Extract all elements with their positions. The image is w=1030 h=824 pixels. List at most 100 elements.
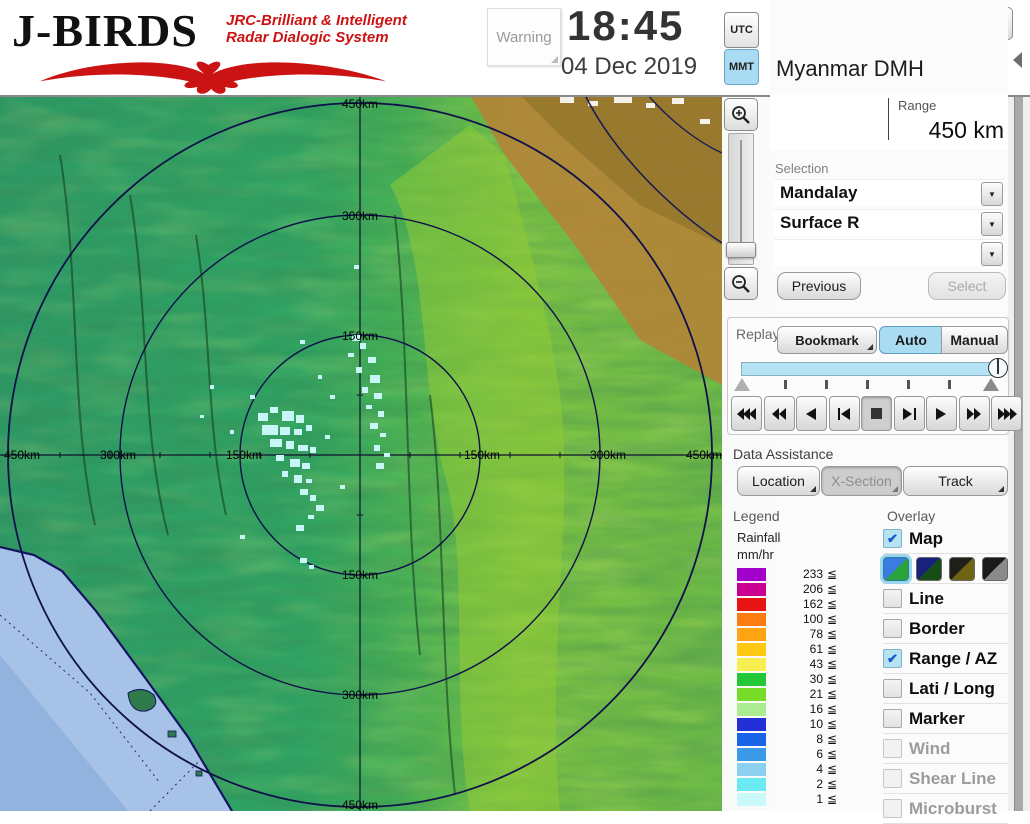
legend-operator: ≦	[827, 792, 838, 806]
overlay-item-range-az[interactable]: ✔ Range / AZ	[883, 644, 1008, 674]
step-back-button[interactable]	[828, 396, 860, 431]
x-section-button[interactable]: X-Section	[821, 466, 902, 496]
logo-title: J-BIRDS	[12, 5, 198, 56]
replay-timeline-slider[interactable]	[741, 358, 1008, 378]
mmt-button[interactable]: MMT	[724, 49, 759, 85]
fast-forward-triple-button[interactable]	[991, 396, 1022, 431]
timeline-start-marker-icon[interactable]	[734, 378, 750, 391]
legend-row: 4 ≦	[737, 762, 855, 777]
previous-button[interactable]: Previous	[777, 272, 861, 300]
legend-title-line2: mm/hr	[737, 547, 774, 562]
zoom-slider[interactable]	[726, 133, 756, 265]
warning-label: Warning	[496, 28, 552, 46]
legend-swatch	[737, 673, 766, 686]
select-button[interactable]: Select	[928, 272, 1006, 300]
utc-button[interactable]: UTC	[724, 12, 759, 48]
chevron-down-icon[interactable]: ▼	[981, 242, 1003, 266]
checkbox-icon[interactable]	[883, 709, 902, 728]
checkbox-disabled-icon	[883, 739, 902, 758]
overlay-item-map[interactable]: ✔ Map	[883, 524, 1008, 554]
legend-value: 8	[816, 732, 823, 746]
legend-operator: ≦	[827, 702, 838, 716]
resize-grip-icon[interactable]	[551, 56, 558, 63]
legend-row: 100 ≦	[737, 612, 855, 627]
timeline-tick	[907, 380, 910, 389]
overlay-item-border[interactable]: Border	[883, 614, 1008, 644]
legend-row: 21 ≦	[737, 687, 855, 702]
replay-slider-handle[interactable]	[988, 358, 1008, 378]
checkbox-checked-icon[interactable]: ✔	[883, 649, 902, 668]
panel-collapse-arrow-icon[interactable]	[1013, 52, 1022, 68]
range-value: 450 km	[928, 117, 1004, 143]
map-style-color-button[interactable]	[880, 553, 912, 584]
legend-value: 100	[802, 612, 823, 626]
legend-swatch	[737, 748, 766, 761]
legend-swatch	[737, 718, 766, 731]
forward-double-icon	[966, 407, 981, 420]
product-dropdown[interactable]: Surface R ▼	[774, 209, 1004, 236]
ring-label: 150km	[464, 448, 500, 462]
play-reverse-button[interactable]	[796, 396, 827, 431]
legend-value: 43	[809, 657, 823, 671]
checkbox-icon[interactable]	[883, 589, 902, 608]
ring-label: 450km	[342, 798, 378, 811]
overlay-item-line[interactable]: Line	[883, 584, 1008, 614]
ring-label: 300km	[342, 688, 378, 702]
step-forward-button[interactable]	[893, 396, 925, 431]
overlay-item-marker[interactable]: Marker	[883, 704, 1008, 734]
legend-swatch	[737, 778, 766, 791]
fast-rewind-triple-icon	[736, 407, 756, 420]
legend-row: 6 ≦	[737, 747, 855, 762]
bookmark-button[interactable]: Bookmark	[777, 326, 877, 354]
chevron-down-icon[interactable]: ▼	[981, 212, 1003, 236]
site-dropdown-value: Mandalay	[780, 183, 858, 202]
legend-row: 30 ≦	[737, 672, 855, 687]
site-dropdown[interactable]: Mandalay ▼	[774, 179, 1004, 206]
legend-value: 30	[809, 672, 823, 686]
logo-subtitle-line1: JRC-Brilliant & Intelligent	[226, 12, 407, 29]
forward-double-button[interactable]	[958, 396, 990, 431]
checkbox-icon[interactable]	[883, 679, 902, 698]
ring-label: 150km	[342, 329, 378, 343]
auto-mode-button[interactable]: Auto	[879, 326, 943, 354]
legend-row: 61 ≦	[737, 642, 855, 657]
step-back-icon	[837, 407, 850, 420]
fast-rewind-triple-button[interactable]	[731, 396, 762, 431]
ring-label: 300km	[590, 448, 626, 462]
splitter-bar[interactable]	[1014, 95, 1023, 811]
overlay-item-lati-long[interactable]: Lati / Long	[883, 674, 1008, 704]
overlay-label: Overlay	[887, 508, 936, 524]
control-panel: Myanmar DMH Range 450 km Selection Manda…	[727, 0, 1022, 824]
zoom-slider-handle[interactable]	[726, 242, 756, 258]
radar-map[interactable]: 450km 300km 150km 150km 300km 450km 450k…	[0, 95, 722, 811]
legend-row: 10 ≦	[737, 717, 855, 732]
play-button[interactable]	[926, 396, 957, 431]
stop-button[interactable]	[861, 396, 892, 431]
ring-label: 450km	[342, 97, 378, 111]
manual-mode-button[interactable]: Manual	[941, 326, 1008, 354]
track-button[interactable]: Track	[903, 466, 1008, 496]
zoom-in-button[interactable]	[724, 98, 758, 131]
map-style-darkblue-button[interactable]	[916, 556, 942, 581]
legend-swatch	[737, 658, 766, 671]
legend-value: 233	[802, 567, 823, 581]
map-style-olive-button[interactable]	[949, 556, 975, 581]
chevron-down-icon[interactable]: ▼	[981, 182, 1003, 206]
timeline-end-marker-icon[interactable]	[983, 378, 999, 391]
location-button[interactable]: Location	[737, 466, 820, 496]
legend-swatch	[737, 613, 766, 626]
checkbox-checked-icon[interactable]: ✔	[883, 529, 902, 548]
map-style-gray-button[interactable]	[982, 556, 1008, 581]
timeline-tick	[784, 380, 787, 389]
zoom-out-button[interactable]	[724, 267, 758, 300]
legend-operator: ≦	[827, 717, 838, 731]
legend-value: 21	[809, 687, 823, 701]
extra-dropdown[interactable]: ▼	[774, 239, 1004, 266]
replay-group: Replay Bookmark Auto Manual	[727, 317, 1022, 435]
rewind-double-button[interactable]	[763, 396, 795, 431]
checkbox-icon[interactable]	[883, 619, 902, 638]
clock-time: 18:45	[567, 2, 685, 49]
warning-panel[interactable]: Warning	[487, 8, 561, 66]
legend-row: 2 ≦	[737, 777, 855, 792]
legend-operator: ≦	[827, 657, 838, 671]
